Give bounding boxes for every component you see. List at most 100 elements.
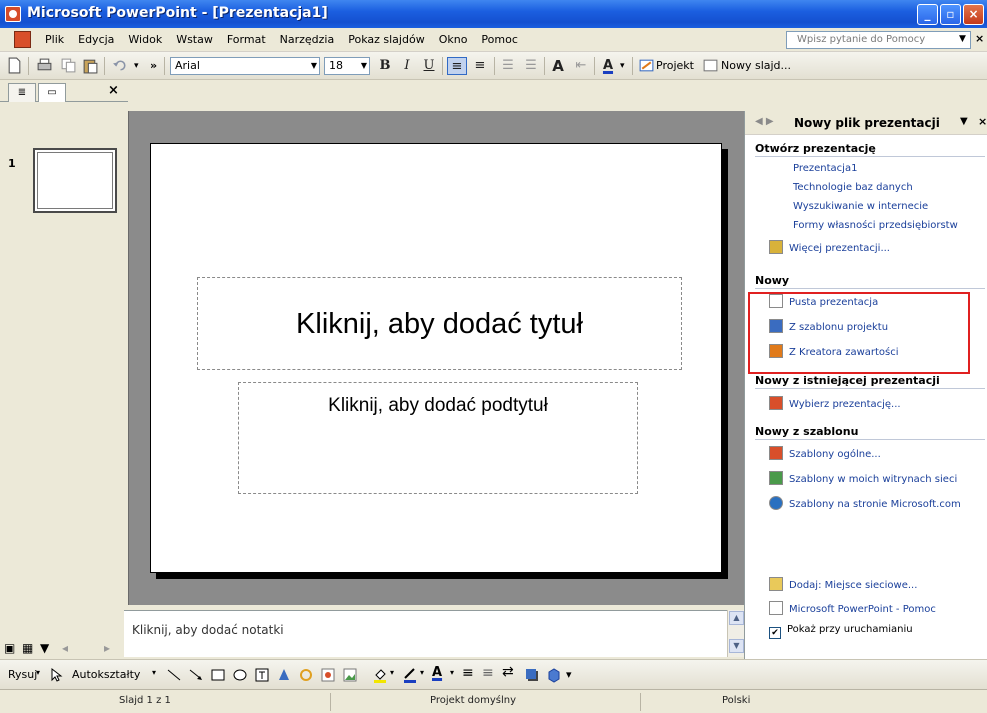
scroll-down-icon[interactable]: ▼ bbox=[729, 639, 744, 653]
3d-icon[interactable] bbox=[546, 667, 562, 683]
font-size-select[interactable]: 18 ▼ bbox=[324, 57, 370, 75]
italic-button[interactable]: I bbox=[397, 57, 417, 75]
font-color-button[interactable]: A bbox=[598, 57, 618, 75]
my-websites-templates-link[interactable]: Szablony w moich witrynach sieci bbox=[769, 471, 957, 485]
shadow-icon[interactable] bbox=[524, 667, 540, 683]
powerpoint-icon[interactable] bbox=[5, 6, 21, 22]
separator bbox=[330, 693, 331, 711]
picture-icon[interactable] bbox=[342, 667, 358, 683]
slide-counter: Slajd 1 z 1 bbox=[119, 695, 171, 706]
autoshapes-menu[interactable]: Autokształty bbox=[72, 668, 140, 681]
scroll-right-icon[interactable]: ▸ bbox=[104, 641, 110, 655]
menu-tools[interactable]: Narzędzia bbox=[273, 33, 342, 46]
fill-color-icon[interactable] bbox=[372, 667, 388, 683]
maximize-button[interactable]: ▫ bbox=[940, 4, 961, 25]
menu-edit[interactable]: Edycja bbox=[71, 33, 121, 46]
decrease-indent-button[interactable]: ⇤ bbox=[571, 57, 591, 75]
clipart-icon[interactable] bbox=[320, 667, 336, 683]
paste-icon[interactable] bbox=[82, 57, 99, 74]
undo-icon[interactable] bbox=[112, 57, 129, 74]
arrow-icon[interactable] bbox=[188, 667, 204, 683]
dash-style-icon[interactable]: ≡ bbox=[482, 665, 494, 681]
microsoft-templates-link[interactable]: Szablony na stronie Microsoft.com bbox=[769, 496, 961, 510]
scroll-left-icon[interactable]: ◂ bbox=[62, 641, 68, 655]
close-task-pane-button[interactable]: × bbox=[978, 115, 987, 128]
close-document-button[interactable]: × bbox=[975, 32, 984, 45]
font-color-icon[interactable]: A bbox=[432, 665, 442, 680]
recent-file-link[interactable]: Prezentacja1 bbox=[793, 163, 857, 174]
rectangle-icon[interactable] bbox=[210, 667, 226, 683]
numbering-button[interactable]: ☰ bbox=[498, 57, 518, 75]
underline-button[interactable]: U bbox=[419, 57, 439, 75]
new-icon[interactable] bbox=[6, 57, 23, 74]
show-on-start-option[interactable]: ✔ Pokaż przy uruchamianiu bbox=[769, 624, 913, 639]
chevron-down-icon[interactable]: ▼ bbox=[960, 116, 968, 127]
tab-outline[interactable]: ≣ bbox=[8, 83, 36, 102]
add-network-place-link[interactable]: Dodaj: Miejsce sieciowe... bbox=[769, 577, 917, 591]
select-arrow-icon[interactable] bbox=[48, 667, 64, 683]
separator bbox=[104, 57, 105, 75]
font-color-dropdown-icon[interactable]: ▾ bbox=[620, 56, 625, 76]
more-buttons-icon[interactable]: » bbox=[150, 56, 157, 76]
new-slide-button[interactable]: Nowy slajd... bbox=[721, 56, 791, 76]
line-icon[interactable] bbox=[166, 667, 182, 683]
scroll-up-icon[interactable]: ▲ bbox=[729, 611, 744, 625]
menu-window[interactable]: Okno bbox=[432, 33, 475, 46]
toolbar-options-icon[interactable]: ▾ bbox=[566, 668, 572, 681]
line-color-icon[interactable] bbox=[402, 667, 418, 683]
help-search-input[interactable]: Wpisz pytanie do Pomocy bbox=[786, 31, 971, 49]
slide-thumbnail[interactable] bbox=[33, 148, 117, 213]
chevron-down-icon[interactable]: ▾ bbox=[450, 668, 454, 677]
document-icon[interactable] bbox=[14, 31, 31, 48]
align-center-button[interactable]: ≡ bbox=[470, 57, 490, 75]
slideshow-view-icon[interactable]: ▼ bbox=[40, 641, 49, 655]
notes-pane[interactable]: Kliknij, aby dodać notatki bbox=[124, 610, 727, 657]
choose-presentation-link[interactable]: Wybierz prezentację... bbox=[769, 396, 901, 410]
chevron-down-icon[interactable]: ▾ bbox=[420, 668, 424, 677]
line-style-icon[interactable]: ≡ bbox=[462, 665, 474, 681]
title-placeholder[interactable]: Kliknij, aby dodać tytuł bbox=[197, 277, 682, 370]
menu-insert[interactable]: Wstaw bbox=[169, 33, 220, 46]
menu-help[interactable]: Pomoc bbox=[474, 33, 524, 46]
menu-slideshow[interactable]: Pokaz slajdów bbox=[341, 33, 431, 46]
bold-button[interactable]: B bbox=[375, 57, 395, 75]
arrow-style-icon[interactable]: ⇄ bbox=[502, 664, 514, 680]
notes-scrollbar[interactable]: ▲ ▼ bbox=[727, 610, 744, 657]
oval-icon[interactable] bbox=[232, 667, 248, 683]
tab-slides[interactable]: ▭ bbox=[38, 83, 66, 102]
diagram-icon[interactable] bbox=[298, 667, 314, 683]
align-left-button[interactable]: ≡ bbox=[447, 57, 467, 75]
help-dropdown-icon[interactable]: ▼ bbox=[959, 34, 966, 44]
more-presentations-link[interactable]: Więcej prezentacji... bbox=[769, 240, 890, 254]
minimize-button[interactable]: _ bbox=[917, 4, 938, 25]
textbox-icon[interactable] bbox=[254, 667, 270, 683]
bullets-button[interactable]: ☰ bbox=[521, 57, 541, 75]
close-pane-button[interactable]: × bbox=[108, 83, 119, 98]
chevron-down-icon[interactable]: ▾ bbox=[36, 668, 40, 677]
recent-file-link[interactable]: Formy własności przedsiębiorstw bbox=[793, 220, 958, 231]
slide-canvas[interactable]: Kliknij, aby dodać tytuł Kliknij, aby do… bbox=[150, 143, 722, 573]
recent-file-link[interactable]: Technologie baz danych bbox=[793, 182, 913, 193]
menu-file[interactable]: Plik bbox=[38, 33, 71, 46]
menu-format[interactable]: Format bbox=[220, 33, 273, 46]
grow-font-button[interactable]: A bbox=[548, 57, 568, 75]
undo-dropdown-icon[interactable]: ▾ bbox=[134, 56, 139, 76]
subtitle-placeholder[interactable]: Kliknij, aby dodać podtytuł bbox=[238, 382, 638, 494]
powerpoint-help-link[interactable]: Microsoft PowerPoint - Pomoc bbox=[769, 601, 936, 615]
font-select[interactable]: Arial ▼ bbox=[170, 57, 320, 75]
normal-view-icon[interactable]: ▣ bbox=[4, 641, 15, 655]
wordart-icon[interactable] bbox=[276, 667, 292, 683]
general-templates-link[interactable]: Szablony ogólne... bbox=[769, 446, 881, 460]
back-forward-icon[interactable]: ◀ ▶ bbox=[755, 116, 774, 127]
copy-icon[interactable] bbox=[60, 57, 77, 74]
chevron-down-icon[interactable]: ▾ bbox=[390, 668, 394, 677]
print-icon[interactable] bbox=[36, 57, 53, 74]
close-button[interactable]: × bbox=[963, 4, 984, 25]
draw-menu[interactable]: Rysuj bbox=[8, 668, 37, 681]
checkbox-checked-icon[interactable]: ✔ bbox=[769, 627, 781, 639]
chevron-down-icon[interactable]: ▾ bbox=[152, 668, 156, 677]
slide-sorter-icon[interactable]: ▦ bbox=[22, 641, 33, 655]
recent-file-link[interactable]: Wyszukiwanie w internecie bbox=[793, 201, 928, 212]
design-button[interactable]: Projekt bbox=[656, 56, 694, 76]
menu-view[interactable]: Widok bbox=[121, 33, 169, 46]
